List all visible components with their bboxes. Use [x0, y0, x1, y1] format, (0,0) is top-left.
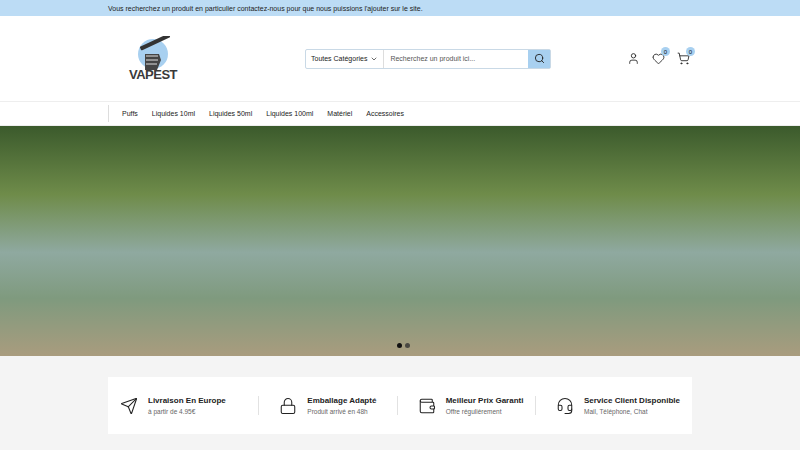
send-icon	[120, 397, 138, 415]
search-button[interactable]	[528, 50, 550, 68]
nav-item[interactable]: Liquides 10ml	[152, 110, 195, 117]
nav-item[interactable]: Accessoires	[366, 110, 404, 117]
chevron-down-icon	[370, 55, 378, 63]
feature-item: Emballage Adapté Produit arrivé en 48h	[258, 396, 396, 415]
nav-item[interactable]: Puffs	[122, 110, 138, 117]
feature-item: Service Client Disponible Mail, Téléphone…	[535, 396, 680, 415]
logo[interactable]: VAPEST	[128, 36, 178, 81]
features-section: Livraison En Europe à partir de 4.95€ Emba…	[0, 356, 800, 450]
vape-fist-icon	[131, 36, 175, 72]
feature-subtitle: Produit arrivé en 48h	[307, 408, 376, 415]
lock-icon	[279, 397, 297, 415]
feature-title: Meilleur Prix Garanti	[446, 396, 524, 405]
account-button[interactable]	[627, 52, 640, 65]
wishlist-button[interactable]: 0	[652, 52, 665, 65]
headset-icon	[556, 397, 574, 415]
slider-dot[interactable]	[405, 343, 410, 348]
slider-dots	[397, 343, 410, 348]
feature-title: Emballage Adapté	[307, 396, 376, 405]
feature-title: Livraison En Europe	[148, 396, 226, 405]
wallet-icon	[418, 397, 436, 415]
category-select[interactable]: Toutes Catégories	[306, 50, 384, 68]
nav-item[interactable]: Matériel	[327, 110, 352, 117]
search-icon	[534, 53, 545, 64]
feature-subtitle: Offre régulièrement	[446, 408, 524, 415]
nav-item[interactable]: Liquides 50ml	[209, 110, 252, 117]
cart-button[interactable]: 0	[677, 52, 690, 65]
nav-item[interactable]: Liquides 100ml	[266, 110, 313, 117]
header: VAPESTToutes Catégories00	[0, 16, 800, 101]
hero-banner	[0, 126, 800, 356]
feature-item: Livraison En Europe à partir de 4.95€	[120, 396, 258, 415]
wishlist-badge: 0	[661, 47, 670, 56]
user-icon	[627, 52, 640, 65]
main-nav: Puffs Liquides 10ml Liquides 50ml Liquides …	[0, 101, 800, 126]
page: Vous recherchez un produit en particulie…	[0, 0, 800, 450]
top-bar: Vous recherchez un produit en particulie…	[0, 0, 800, 16]
slider-dot[interactable]	[397, 343, 402, 348]
feature-subtitle: Mail, Téléphone, Chat	[584, 408, 680, 415]
feature-title: Service Client Disponible	[584, 396, 680, 405]
top-bar-text: Vous recherchez un produit en particulie…	[108, 5, 423, 12]
search-bar: Toutes Catégories	[305, 49, 551, 69]
search-input[interactable]	[384, 50, 528, 68]
cart-badge: 0	[686, 47, 695, 56]
feature-subtitle: à partir de 4.95€	[148, 408, 226, 415]
features-card: Livraison En Europe à partir de 4.95€ Emba…	[108, 377, 692, 434]
feature-item: Meilleur Prix Garanti Offre régulièrement	[397, 396, 535, 415]
